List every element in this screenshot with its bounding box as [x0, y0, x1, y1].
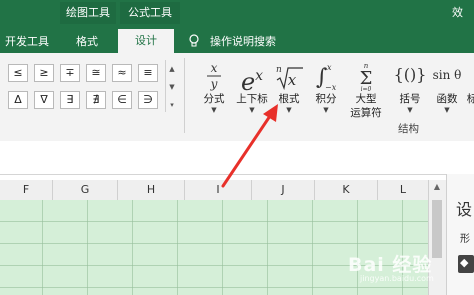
baidu-watermark: Bai 经验 [348, 254, 433, 276]
baidu-watermark-url: jingyan.baidu.com [360, 274, 434, 283]
